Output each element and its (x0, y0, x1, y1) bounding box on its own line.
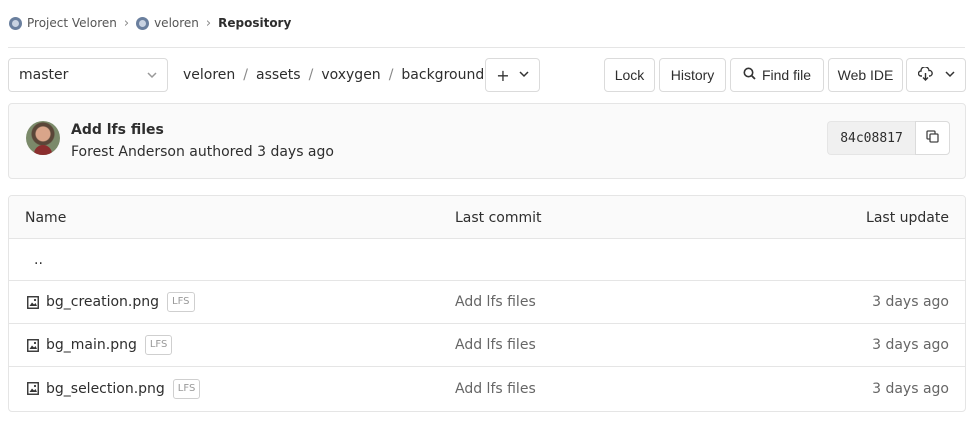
chevron-down-icon (519, 70, 529, 81)
breadcrumb-repo-label: veloren (154, 16, 199, 30)
last-commit-link[interactable]: Add lfs files (455, 367, 536, 410)
breadcrumb-project[interactable]: Project Veloren (9, 16, 117, 30)
path-segment[interactable]: assets (256, 67, 301, 83)
header-divider (8, 47, 965, 48)
last-update-time: 3 days ago (872, 380, 949, 397)
chevron-down-icon (147, 69, 157, 82)
last-update-time: 3 days ago (872, 337, 949, 353)
download-dropdown[interactable] (906, 58, 966, 92)
path-separator: / (388, 67, 394, 83)
download-icon (917, 65, 933, 84)
branch-select-label: master (19, 67, 69, 83)
plus-icon: + (496, 65, 510, 85)
file-link[interactable]: bg_selection.png (46, 381, 165, 397)
lfs-badge: LFS (167, 292, 195, 312)
find-file-label: Find file (761, 67, 812, 83)
file-image-icon (27, 382, 39, 395)
breadcrumb-separator: › (123, 15, 130, 31)
last-commit-link[interactable]: Add lfs files (455, 281, 536, 323)
path-separator: / (308, 67, 314, 83)
find-file-button[interactable]: Find file (730, 58, 824, 92)
column-header-last-update: Last update (866, 210, 949, 226)
file-name-cell: bg_creation.png LFS (27, 281, 195, 323)
search-icon (743, 67, 756, 83)
breadcrumb-separator: › (205, 15, 212, 31)
table-header: Name Last commit Last update (9, 196, 965, 239)
branch-select[interactable]: master (8, 58, 168, 92)
commit-sha-group: 84c08817 (827, 121, 950, 155)
breadcrumb: Project Veloren › veloren › Repository (9, 13, 291, 33)
breadcrumb-project-label: Project Veloren (27, 16, 117, 30)
lfs-badge: LFS (172, 378, 201, 399)
file-link[interactable]: bg_creation.png (46, 294, 159, 310)
parent-directory-link[interactable]: .. (34, 252, 43, 268)
file-link[interactable]: bg_main.png (46, 337, 137, 353)
file-tree-table: Name Last commit Last update .. bg_creat… (8, 195, 966, 412)
add-new-dropdown[interactable]: + (485, 58, 540, 92)
path-segment[interactable]: veloren (183, 67, 235, 83)
last-commit-panel: Add lfs files Forest Anderson authored 3… (8, 103, 966, 179)
project-logo-icon (136, 16, 150, 30)
file-image-icon (27, 295, 39, 309)
copy-sha-button[interactable] (915, 121, 950, 155)
avatar[interactable] (26, 121, 60, 155)
web-ide-button[interactable]: Web IDE (828, 58, 903, 92)
chevron-down-icon (944, 70, 955, 81)
parent-directory-row[interactable]: .. (9, 239, 965, 281)
table-row[interactable]: bg_creation.png LFS Add lfs files 3 days… (9, 281, 965, 324)
lfs-badge: LFS (144, 335, 173, 355)
table-row[interactable]: bg_main.png LFS Add lfs files 3 days ago (9, 324, 965, 367)
path-separator: / (243, 67, 249, 83)
file-name-cell: bg_main.png LFS (27, 324, 173, 366)
path-segment[interactable]: voxygen (321, 67, 380, 83)
path-segment[interactable]: background (401, 67, 484, 83)
copy-icon (926, 130, 939, 146)
history-button[interactable]: History (659, 58, 726, 92)
repo-path: veloren / assets / voxygen / background … (183, 58, 505, 92)
commit-author-meta: Forest Anderson authored 3 days ago (71, 144, 334, 160)
last-update-time: 3 days ago (872, 294, 949, 310)
breadcrumb-current[interactable]: Repository (218, 16, 291, 30)
column-header-last-commit: Last commit (455, 210, 542, 226)
column-header-name: Name (25, 210, 67, 226)
last-commit-link[interactable]: Add lfs files (455, 324, 536, 366)
commit-title[interactable]: Add lfs files (71, 122, 164, 138)
breadcrumb-current-label: Repository (218, 16, 292, 30)
commit-sha[interactable]: 84c08817 (827, 121, 915, 155)
file-name-cell: bg_selection.png LFS (27, 367, 201, 410)
breadcrumb-repo[interactable]: veloren (136, 16, 199, 30)
table-row[interactable]: bg_selection.png LFS Add lfs files 3 day… (9, 367, 965, 410)
file-image-icon (27, 338, 39, 352)
project-logo-icon (9, 16, 22, 30)
lock-button[interactable]: Lock (604, 58, 655, 92)
